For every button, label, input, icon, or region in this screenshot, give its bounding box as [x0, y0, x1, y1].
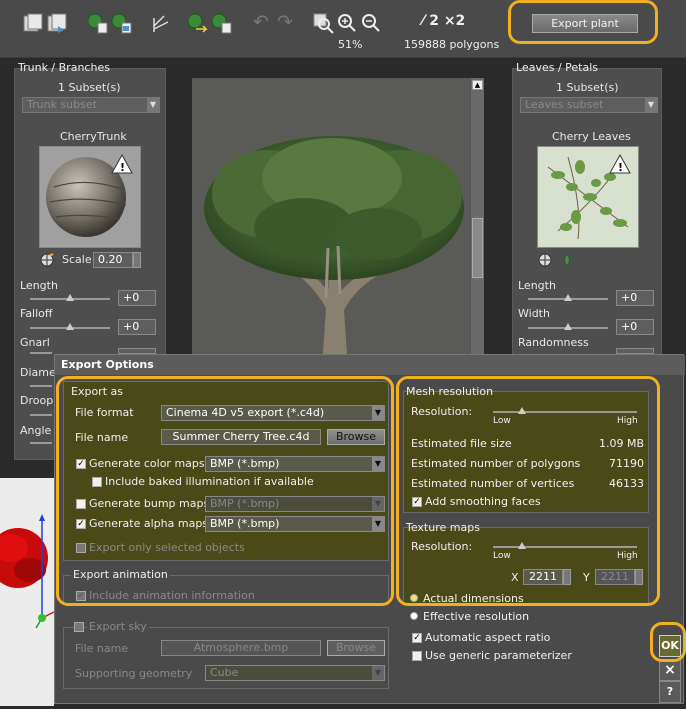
leaves-subset-count: 1 Subset(s): [556, 81, 619, 94]
leaves-material-thumbnail[interactable]: !: [537, 146, 639, 248]
add-plant-icon[interactable]: [86, 12, 108, 34]
leaves-length-value[interactable]: +0: [616, 290, 654, 306]
help-button[interactable]: ?: [659, 681, 681, 703]
sky-file-name-label: File name: [75, 642, 129, 655]
trunk-droop-label: Droop: [20, 394, 54, 407]
leaf-material-picker-icon[interactable]: [538, 253, 552, 267]
save-plant-icon[interactable]: [110, 12, 132, 34]
zoom-level: 51%: [338, 38, 363, 51]
trunk-angle-slider[interactable]: [30, 442, 52, 444]
close-button[interactable]: ×: [659, 659, 681, 681]
effective-resolution-label: Effective resolution: [423, 610, 530, 623]
trunk-diameter-label: Diameter: [20, 366, 54, 379]
trunk-falloff-thumb[interactable]: [66, 323, 74, 330]
svg-text:!: !: [618, 161, 623, 174]
branch-structure-icon[interactable]: [150, 12, 172, 34]
sky-file-name-input[interactable]: Atmosphere.bmp: [161, 640, 321, 656]
trunk-material-name: CherryTrunk: [60, 130, 127, 143]
scene-3d-view[interactable]: [0, 478, 55, 706]
trunk-droop-slider[interactable]: [30, 414, 52, 416]
effective-resolution-radio[interactable]: [410, 612, 418, 620]
zoom-fit-icon[interactable]: [312, 12, 334, 34]
export-sky-checkbox[interactable]: [74, 622, 84, 632]
resolution-highlight: [396, 376, 660, 606]
scale-label: Scale: [62, 253, 92, 266]
material-picker-icon[interactable]: [40, 253, 54, 267]
undo-icon[interactable]: ↶: [250, 11, 272, 33]
supporting-geometry-select[interactable]: Cube ▼: [205, 665, 385, 681]
trunk-diameter-slider[interactable]: [30, 385, 52, 387]
leaves-length-thumb[interactable]: [564, 294, 572, 301]
polygon-count: 159888 polygons: [404, 38, 500, 51]
lod-icon[interactable]: ⁄ 2 ×2: [422, 13, 465, 29]
trunk-falloff-value[interactable]: +0: [118, 319, 156, 335]
zoom-in-icon[interactable]: [336, 12, 358, 34]
leaves-width-label: Width: [518, 307, 550, 320]
leaves-panel-title: Leaves / Petals: [516, 61, 599, 74]
scale-spinner[interactable]: [133, 252, 141, 268]
supporting-geometry-label: Supporting geometry: [75, 667, 193, 680]
trunk-subset-select[interactable]: Trunk subset ▼: [22, 97, 160, 113]
leaves-width-value[interactable]: +0: [616, 319, 654, 335]
save-file-icon[interactable]: [46, 12, 68, 34]
leaves-randomness-label: Randomness: [518, 336, 589, 349]
scroll-up-icon[interactable]: ▲: [472, 80, 483, 90]
leaves-material-name: Cherry Leaves: [552, 130, 631, 143]
generic-parameterizer-checkbox[interactable]: [412, 651, 422, 661]
trunk-angle-label: Angle: [20, 424, 52, 437]
trunk-material-thumbnail[interactable]: !: [39, 146, 141, 248]
leaf-import-icon[interactable]: [210, 12, 232, 34]
leaf-shape-icon[interactable]: [560, 253, 574, 267]
zoom-out-icon[interactable]: [360, 12, 382, 34]
plant-viewport[interactable]: [192, 78, 484, 368]
trunk-gnarl-label: Gnarl: [20, 336, 50, 349]
chevron-down-icon: ▼: [147, 98, 159, 112]
chevron-down-icon: ▼: [372, 666, 384, 680]
chevron-down-icon: ▼: [645, 98, 657, 112]
trunk-length-value[interactable]: +0: [118, 290, 156, 306]
scroll-thumb[interactable]: [472, 218, 483, 278]
open-file-icon[interactable]: [22, 12, 44, 34]
leaves-width-thumb[interactable]: [564, 323, 572, 330]
leaf-export-icon[interactable]: [186, 12, 208, 34]
scale-input[interactable]: 0.20: [93, 252, 133, 268]
trunk-subset-count: 1 Subset(s): [58, 81, 121, 94]
leaves-length-label: Length: [518, 279, 556, 292]
export-plant-highlight: [508, 0, 658, 44]
aspect-ratio-checkbox[interactable]: ✓: [412, 633, 422, 643]
trunk-length-thumb[interactable]: [66, 294, 74, 301]
export-sky-title: Export sky: [87, 620, 149, 633]
trunk-panel-title: Trunk / Branches: [18, 61, 110, 74]
trunk-length-label: Length: [20, 279, 58, 292]
dialog-title: Export Options: [55, 355, 685, 375]
trunk-falloff-label: Falloff: [20, 307, 53, 320]
ok-highlight: [650, 622, 686, 662]
redo-icon[interactable]: ↷: [274, 11, 296, 33]
sky-browse-button[interactable]: Browse: [327, 640, 385, 656]
leaves-subset-select[interactable]: Leaves subset ▼: [520, 97, 658, 113]
aspect-ratio-label: Automatic aspect ratio: [425, 631, 551, 644]
export-as-highlight: [56, 376, 394, 606]
svg-text:!: !: [120, 161, 125, 174]
generic-parameterizer-label: Use generic parameterizer: [425, 649, 572, 662]
trunk-gnarl-slider[interactable]: [30, 352, 52, 354]
viewport-scrollbar[interactable]: ▲: [470, 78, 484, 368]
